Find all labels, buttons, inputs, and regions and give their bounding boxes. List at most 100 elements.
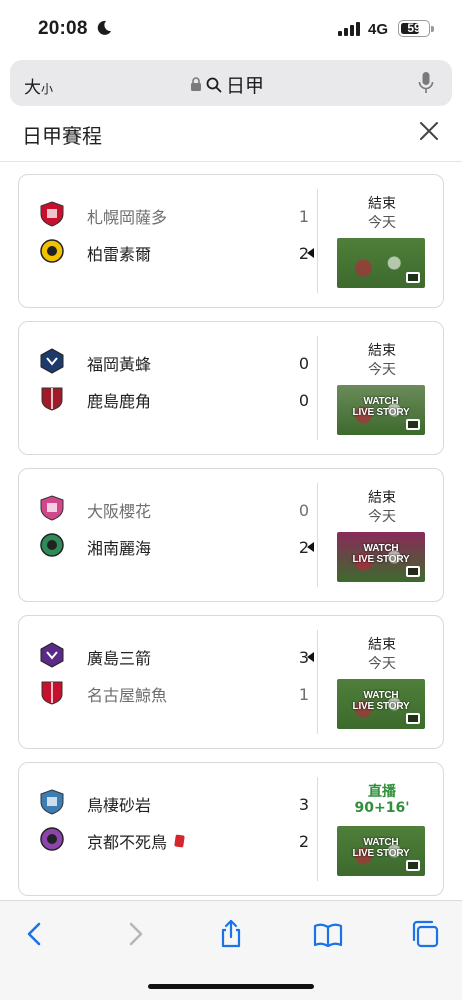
team-crest-icon [39, 201, 65, 231]
team-crest-icon [39, 826, 65, 856]
url-field[interactable]: 日甲 [190, 71, 264, 98]
home-score: 0 [298, 500, 309, 520]
network-type: 4G [368, 21, 389, 38]
video-thumbnail[interactable] [337, 238, 425, 288]
forward-icon[interactable] [120, 919, 150, 949]
winner-arrow-icon [307, 542, 314, 552]
home-score: 0 [298, 353, 309, 373]
video-thumbnail[interactable]: WATCH LIVE STORY [337, 532, 425, 582]
video-icon [406, 860, 420, 871]
close-icon[interactable] [418, 120, 440, 142]
video-icon [406, 713, 420, 724]
away-score: 2 [298, 831, 309, 851]
home-team-row: 福岡黃蜂 0 [39, 348, 309, 378]
match-state: 直播 [368, 784, 396, 800]
home-team-name: 廣島三箭 [87, 649, 152, 668]
moon-icon [97, 20, 111, 35]
match-state: 結束 [368, 490, 396, 506]
divider [317, 630, 318, 734]
video-icon [406, 419, 420, 430]
back-icon[interactable] [20, 919, 50, 949]
video-thumbnail[interactable]: WATCH LIVE STORY [337, 679, 425, 729]
match-list: 札幌岡薩多 1 柏雷素爾 2 結束 今天 福岡黃蜂 0 鹿島鹿角 0 結束 今天… [18, 174, 444, 909]
away-team-row: 京都不死鳥 2 [39, 826, 309, 856]
match-time: 今天 [368, 362, 396, 378]
match-card[interactable]: 鳥棲砂岩 3 京都不死鳥 2 直播 90+16' WATCH LIVE STOR… [18, 762, 444, 896]
team-crest-icon [39, 238, 65, 268]
home-team-row: 廣島三箭 3 [39, 642, 309, 672]
match-time: 今天 [368, 215, 396, 231]
match-time: 今天 [368, 509, 396, 525]
away-team-row: 柏雷素爾 2 [39, 238, 309, 268]
video-icon [406, 272, 420, 283]
divider [317, 777, 318, 881]
team-crest-icon [39, 348, 65, 378]
winner-arrow-icon [307, 248, 314, 258]
home-team-name: 鳥棲砂岩 [87, 796, 152, 815]
divider [317, 189, 318, 293]
away-score: 1 [298, 684, 309, 704]
away-team-name: 鹿島鹿角 [87, 392, 152, 411]
away-team-name: 名古屋鯨魚 [87, 686, 168, 705]
status-bar: 20:08 4G 59 [0, 0, 462, 56]
away-team-name: 湘南麗海 [87, 539, 152, 558]
team-crest-icon [39, 642, 65, 672]
status-time: 20:08 [38, 18, 88, 39]
team-crest-icon [39, 385, 65, 415]
match-card[interactable]: 福岡黃蜂 0 鹿島鹿角 0 結束 今天 WATCH LIVE STORY [18, 321, 444, 455]
match-state: 結束 [368, 196, 396, 212]
red-card-icon [174, 834, 185, 848]
address-bar[interactable]: 大小 日甲 [10, 60, 452, 106]
divider [317, 336, 318, 440]
team-crest-icon [39, 789, 65, 819]
team-crest-icon [39, 495, 65, 525]
home-team-name: 札幌岡薩多 [87, 208, 168, 227]
away-team-name: 柏雷素爾 [87, 245, 152, 264]
match-state: 結束 [368, 343, 396, 359]
home-indicator [148, 984, 314, 989]
search-icon [206, 77, 222, 92]
home-team-row: 大阪櫻花 0 [39, 495, 309, 525]
url-text: 日甲 [226, 75, 265, 97]
away-team-row: 名古屋鯨魚 1 [39, 679, 309, 709]
battery-level: 59 [407, 21, 421, 35]
home-team-row: 札幌岡薩多 1 [39, 201, 309, 231]
home-score: 1 [298, 206, 309, 226]
watch-live-story-label: WATCH LIVE STORY [352, 837, 410, 859]
match-status: 直播 90+16' WATCH LIVE STORY [319, 763, 445, 897]
home-team-name: 福岡黃蜂 [87, 355, 152, 374]
watch-live-story-label: WATCH LIVE STORY [352, 543, 410, 565]
match-time: 90+16' [354, 800, 410, 816]
watch-live-story-label: WATCH LIVE STORY [352, 690, 410, 712]
home-team-row: 鳥棲砂岩 3 [39, 789, 309, 819]
page-title: 日甲賽程 [22, 124, 102, 148]
away-team-name: 京都不死鳥 [87, 833, 168, 852]
match-status: 結束 今天 WATCH LIVE STORY [319, 616, 445, 750]
match-card[interactable]: 大阪櫻花 0 湘南麗海 2 結束 今天 WATCH LIVE STORY [18, 468, 444, 602]
match-card[interactable]: 廣島三箭 3 名古屋鯨魚 1 結束 今天 WATCH LIVE STORY [18, 615, 444, 749]
home-score: 3 [298, 794, 309, 814]
text-size-button[interactable]: 大小 [24, 73, 53, 98]
away-team-row: 湘南麗海 2 [39, 532, 309, 562]
match-card[interactable]: 札幌岡薩多 1 柏雷素爾 2 結束 今天 [18, 174, 444, 308]
match-status: 結束 今天 WATCH LIVE STORY [319, 469, 445, 603]
team-crest-icon [39, 532, 65, 562]
tabs-icon[interactable] [410, 919, 440, 949]
divider [317, 483, 318, 587]
home-team-name: 大阪櫻花 [87, 502, 152, 521]
video-thumbnail[interactable]: WATCH LIVE STORY [337, 385, 425, 435]
lock-icon [191, 77, 201, 91]
match-status: 結束 今天 [319, 175, 445, 309]
share-icon[interactable] [216, 919, 246, 949]
match-state: 結束 [368, 637, 396, 653]
bookmarks-icon[interactable] [313, 919, 343, 949]
match-time: 今天 [368, 656, 396, 672]
away-team-row: 鹿島鹿角 0 [39, 385, 309, 415]
team-crest-icon [39, 679, 65, 709]
battery-icon: 59 [398, 20, 430, 37]
microphone-icon[interactable] [418, 71, 434, 95]
watch-live-story-label: WATCH LIVE STORY [352, 396, 410, 418]
match-status: 結束 今天 WATCH LIVE STORY [319, 322, 445, 456]
video-icon [406, 566, 420, 577]
video-thumbnail[interactable]: WATCH LIVE STORY [337, 826, 425, 876]
